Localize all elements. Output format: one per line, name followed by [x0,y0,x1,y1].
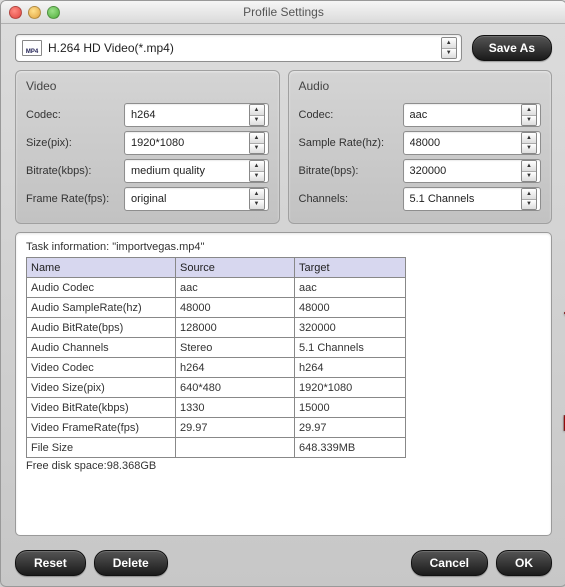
table-cell: h264 [295,358,406,378]
table-row: Audio SampleRate(hz)4800048000 [27,298,406,318]
table-cell: Video Size(pix) [27,378,176,398]
audio-channels-select[interactable]: 5.1 Channels▲▼ [403,187,542,211]
profile-row: MP4 H.264 HD Video(*.mp4) ▲▼ Save As [15,34,552,62]
prev-arrow-button[interactable] [561,303,565,323]
profile-stepper-icon[interactable]: ▲▼ [441,37,457,59]
reset-button[interactable]: Reset [15,550,86,576]
stepper-icon[interactable]: ▲▼ [521,160,537,182]
next-arrow-button[interactable] [561,413,565,433]
save-as-button[interactable]: Save As [472,35,552,61]
table-cell: File Size [27,438,176,458]
table-cell: 15000 [295,398,406,418]
col-source: Source [176,258,295,278]
table-cell: h264 [176,358,295,378]
stepper-icon[interactable]: ▲▼ [249,188,265,210]
audio-samplerate-label: Sample Rate(hz): [299,137,397,149]
audio-samplerate-select[interactable]: 48000▲▼ [403,131,542,155]
table-cell: Video Codec [27,358,176,378]
ok-button[interactable]: OK [496,550,552,576]
video-size-select[interactable]: 1920*1080▲▼ [124,131,269,155]
minimize-icon[interactable] [28,6,41,19]
profile-select-value: H.264 HD Video(*.mp4) [48,41,437,55]
traffic-lights [9,6,60,19]
footer-buttons: Reset Delete Cancel OK [1,544,565,586]
zoom-icon[interactable] [47,6,60,19]
table-cell: Video BitRate(kbps) [27,398,176,418]
close-icon[interactable] [9,6,22,19]
video-pane-title: Video [26,79,269,93]
table-cell: 5.1 Channels [295,338,406,358]
audio-codec-label: Codec: [299,109,397,121]
titlebar: Profile Settings [1,1,565,24]
table-cell: Audio Codec [27,278,176,298]
free-disk-space: Free disk space:98.368GB [26,460,541,472]
video-framerate-select[interactable]: original▲▼ [124,187,269,211]
task-info-header: Task information: "importvegas.mp4" [26,241,541,253]
video-pane: Video Codec: h264▲▼ Size(pix): 1920*1080… [15,70,280,224]
table-cell: 320000 [295,318,406,338]
stepper-icon[interactable]: ▲▼ [521,188,537,210]
window-body: MP4 H.264 HD Video(*.mp4) ▲▼ Save As Vid… [1,24,565,544]
col-target: Target [295,258,406,278]
table-cell: 1330 [176,398,295,418]
table-row: Video FrameRate(fps)29.9729.97 [27,418,406,438]
video-size-label: Size(pix): [26,137,118,149]
table-cell: Stereo [176,338,295,358]
table-cell: Audio BitRate(bps) [27,318,176,338]
table-cell: aac [176,278,295,298]
table-cell: 648.339MB [295,438,406,458]
table-cell: Audio SampleRate(hz) [27,298,176,318]
table-cell: aac [295,278,406,298]
video-bitrate-label: Bitrate(kbps): [26,165,118,177]
audio-pane-title: Audio [299,79,542,93]
table-cell: Video FrameRate(fps) [27,418,176,438]
profile-settings-window: Profile Settings MP4 H.264 HD Video(*.mp… [0,0,565,587]
table-row: Audio Codecaacaac [27,278,406,298]
table-cell: 48000 [176,298,295,318]
audio-pane: Audio Codec: aac▲▼ Sample Rate(hz): 4800… [288,70,553,224]
stepper-icon[interactable]: ▲▼ [249,132,265,154]
profile-select[interactable]: MP4 H.264 HD Video(*.mp4) ▲▼ [15,34,462,62]
window-title: Profile Settings [1,5,565,19]
delete-button[interactable]: Delete [94,550,168,576]
audio-channels-label: Channels: [299,193,397,205]
audio-bitrate-select[interactable]: 320000▲▼ [403,159,542,183]
table-cell: Audio Channels [27,338,176,358]
col-name: Name [27,258,176,278]
stepper-icon[interactable]: ▲▼ [521,104,537,126]
video-framerate-label: Frame Rate(fps): [26,193,118,205]
table-row: Video BitRate(kbps)133015000 [27,398,406,418]
table-row: Video Codech264h264 [27,358,406,378]
stepper-icon[interactable]: ▲▼ [249,104,265,126]
video-codec-label: Codec: [26,109,118,121]
video-codec-select[interactable]: h264▲▼ [124,103,269,127]
stepper-icon[interactable]: ▲▼ [249,160,265,182]
table-cell: 128000 [176,318,295,338]
stepper-icon[interactable]: ▲▼ [521,132,537,154]
table-cell: 640*480 [176,378,295,398]
table-cell: 29.97 [176,418,295,438]
table-row: Audio BitRate(bps)128000320000 [27,318,406,338]
table-cell [176,438,295,458]
cancel-button[interactable]: Cancel [411,550,488,576]
table-cell: 48000 [295,298,406,318]
mp4-file-icon: MP4 [22,40,42,56]
audio-bitrate-label: Bitrate(bps): [299,165,397,177]
table-row: Audio ChannelsStereo5.1 Channels [27,338,406,358]
video-bitrate-select[interactable]: medium quality▲▼ [124,159,269,183]
table-cell: 1920*1080 [295,378,406,398]
table-row: Video Size(pix)640*4801920*1080 [27,378,406,398]
task-info-panel: Task information: "importvegas.mp4" Name… [15,232,552,536]
audio-codec-select[interactable]: aac▲▼ [403,103,542,127]
task-info-table: Name Source Target Audio CodecaacaacAudi… [26,257,406,458]
table-row: File Size 648.339MB [27,438,406,458]
table-cell: 29.97 [295,418,406,438]
settings-panes: Video Codec: h264▲▼ Size(pix): 1920*1080… [15,70,552,224]
